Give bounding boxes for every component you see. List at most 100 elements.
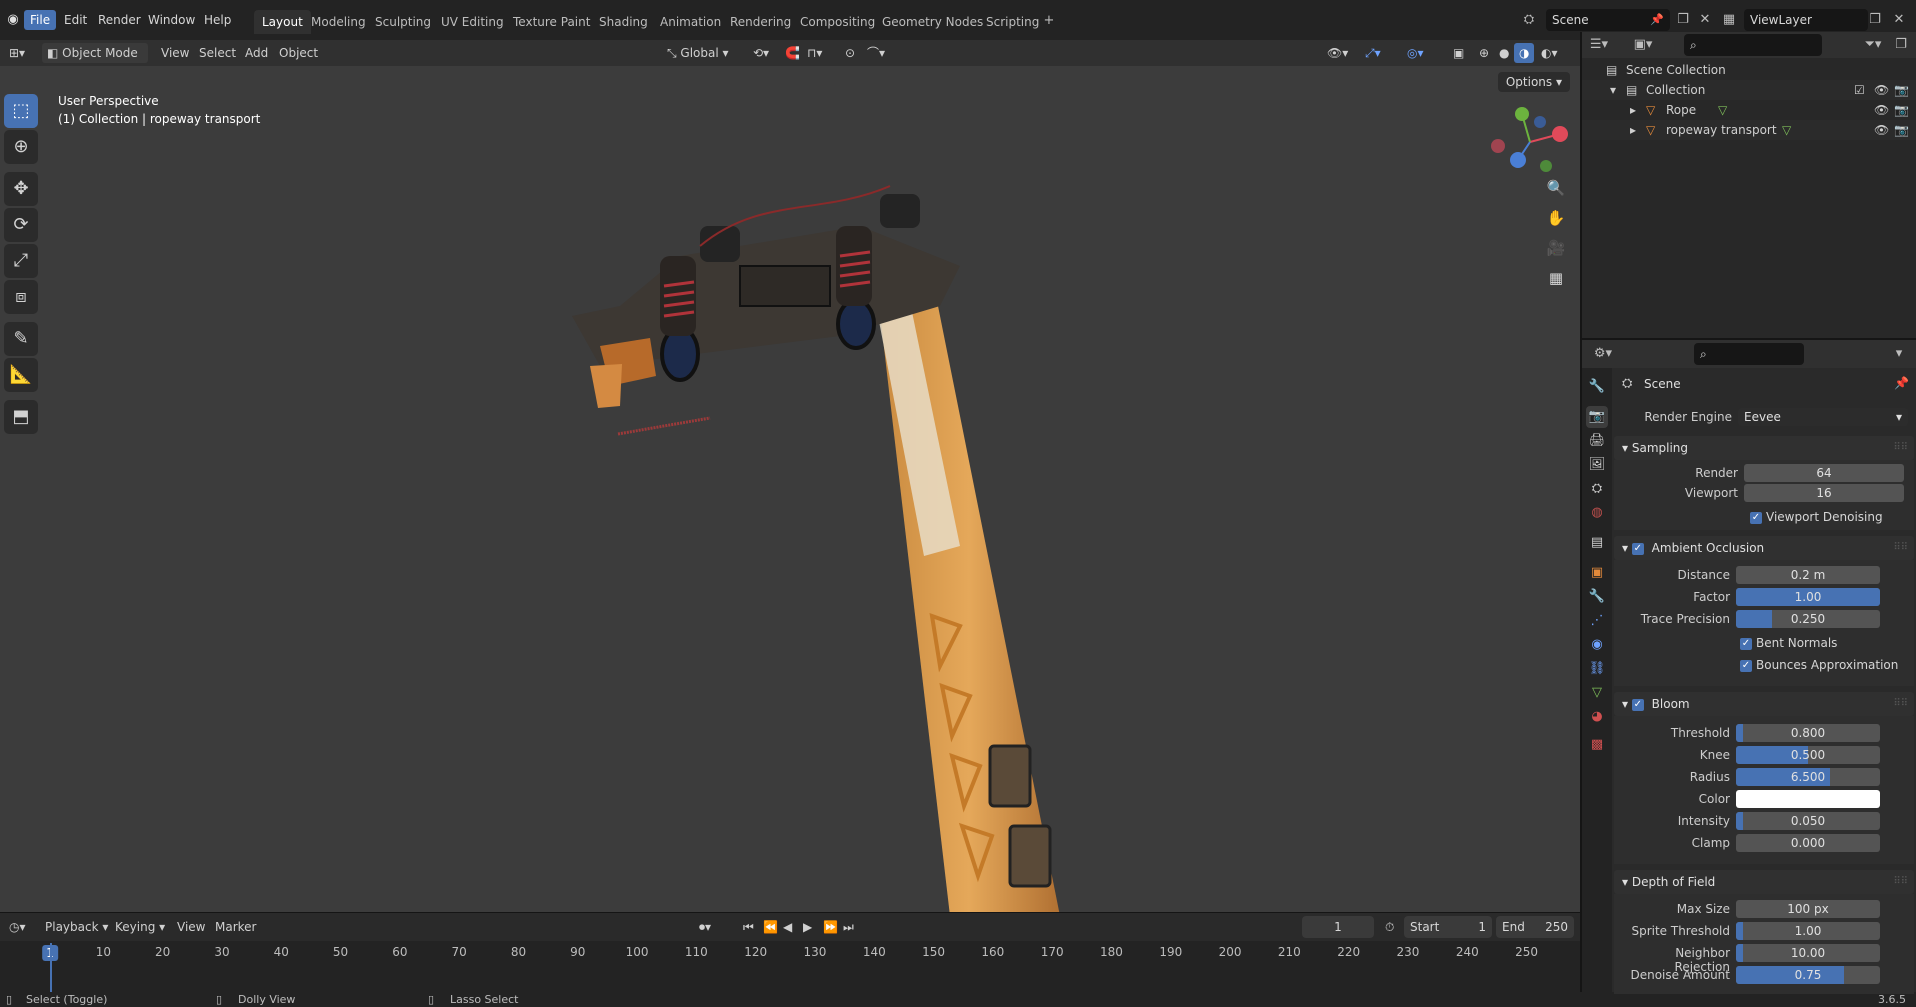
sampling-render-field[interactable]: 64 — [1744, 464, 1904, 482]
add-cube-icon[interactable]: ⬒ — [4, 400, 38, 434]
render-engine-dropdown[interactable]: Eevee ▾ — [1738, 408, 1908, 426]
tab-geometry-nodes[interactable]: Geometry Nodes — [874, 10, 991, 34]
tab-scripting[interactable]: Scripting — [978, 10, 1047, 34]
delete-scene-icon[interactable]: ✕ — [1694, 9, 1716, 31]
bloom-knee-slider[interactable]: 0.500 — [1736, 746, 1880, 764]
scale-icon[interactable]: ⤢ — [4, 244, 38, 278]
scene-icon[interactable]: ⛭ — [1518, 9, 1540, 31]
current-frame-field[interactable]: 1 — [1302, 916, 1374, 938]
mesh-data-icon[interactable]: ▽ — [1718, 100, 1727, 120]
ropeway-model[interactable] — [560, 106, 1120, 912]
timeline-ruler[interactable]: 1102030405060708090100110120130140150160… — [0, 941, 1580, 993]
drag-grip-icon[interactable]: ⠿⠿ — [1893, 692, 1908, 716]
bloom-radius-slider[interactable]: 6.500 — [1736, 768, 1880, 786]
options-dropdown[interactable]: Options ▾ — [1497, 72, 1570, 92]
visibility-icon[interactable]: 👁▾ — [1322, 43, 1353, 63]
eye-icon[interactable]: 👁 — [1874, 80, 1889, 100]
add-workspace-icon[interactable]: + — [1038, 10, 1060, 32]
menu-keying[interactable]: Keying ▾ — [110, 917, 170, 937]
rotate-icon[interactable]: ⟳ — [4, 208, 38, 242]
data-tab-icon[interactable]: ▽ — [1586, 682, 1608, 704]
material-tab-icon[interactable]: ◕ — [1586, 706, 1608, 728]
viewlayer-icon[interactable]: ▦ — [1718, 9, 1740, 31]
bloom-panel-header[interactable]: ▾ ✓ Bloom ⠿⠿ — [1614, 692, 1914, 716]
bloom-color-swatch[interactable] — [1736, 790, 1880, 808]
stopwatch-icon[interactable]: ⏱ — [1380, 917, 1399, 937]
xray-icon[interactable]: ▣ — [1448, 43, 1469, 63]
bloom-clamp-field[interactable]: 0.000 — [1736, 834, 1880, 852]
tab-texture-paint[interactable]: Texture Paint — [505, 10, 598, 34]
texture-tab-icon[interactable]: ▩ — [1586, 734, 1608, 756]
tab-uv-editing[interactable]: UV Editing — [433, 10, 512, 34]
dof-panel-header[interactable]: ▾ Depth of Field ⠿⠿ — [1614, 870, 1914, 894]
dof-denoise-slider[interactable]: 0.75 — [1736, 966, 1880, 984]
tab-animation[interactable]: Animation — [652, 10, 729, 34]
menu-edit[interactable]: Edit — [58, 10, 93, 30]
pivot-icon[interactable]: ⟲▾ — [748, 43, 774, 63]
3d-viewport[interactable]: User Perspective (1) Collection | ropewa… — [0, 66, 1580, 912]
menu-file[interactable]: File — [24, 10, 57, 30]
scene-tab-icon[interactable]: ⛭ — [1586, 478, 1608, 500]
rope-object[interactable] — [616, 414, 712, 438]
dof-neighbor-slider[interactable]: 10.00 — [1736, 944, 1880, 962]
collection-row[interactable]: ▾ ▤ Collection ☑ 👁 📷 — [1582, 80, 1916, 100]
display-mode-icon[interactable]: ▣▾ — [1632, 34, 1654, 56]
ao-panel-header[interactable]: ▾ ✓ Ambient Occlusion ⠿⠿ — [1614, 536, 1914, 560]
menu-help[interactable]: Help — [198, 10, 237, 30]
material-shading-icon[interactable]: ◑ — [1514, 43, 1535, 63]
properties-search-input[interactable]: ⌕ — [1694, 343, 1804, 365]
modifier-tab-icon[interactable]: 🔧 — [1586, 586, 1608, 608]
drag-grip-icon[interactable]: ⠿⠿ — [1893, 536, 1908, 560]
select-box-icon[interactable]: ⬚ — [4, 94, 38, 128]
ao-trace-slider[interactable]: 0.250 — [1736, 610, 1880, 628]
jump-end-icon[interactable]: ⏭ — [838, 917, 859, 937]
bloom-threshold-slider[interactable]: 0.800 — [1736, 724, 1880, 742]
outliner-item-rope[interactable]: ▸ ▽ Rope ▽ 👁 📷 — [1582, 100, 1916, 120]
clock-editor-icon[interactable]: ◷▾ — [4, 917, 31, 937]
viewport-denoising-checkbox[interactable]: ✓ Viewport Denoising — [1750, 510, 1883, 524]
filter-icon[interactable]: ⏷▾ — [1862, 34, 1884, 56]
delete-viewlayer-icon[interactable]: ✕ — [1888, 9, 1910, 31]
ao-enable-checkbox[interactable]: ✓ — [1631, 542, 1644, 555]
tab-compositing[interactable]: Compositing — [792, 10, 883, 34]
sampling-panel-header[interactable]: ▾ Sampling ⠿⠿ — [1614, 436, 1914, 460]
render-camera-icon[interactable]: 📷 — [1894, 120, 1909, 140]
viewlayer-field[interactable]: ViewLayer — [1744, 9, 1868, 31]
render-camera-icon[interactable]: 📷 — [1894, 80, 1909, 100]
eye-icon[interactable]: 👁 — [1874, 120, 1889, 140]
menu-playback[interactable]: Playback ▾ — [40, 917, 113, 937]
overlay-toggle-icon[interactable]: ◎▾ — [1402, 43, 1429, 63]
dof-maxsize-field[interactable]: 100 px — [1736, 900, 1880, 918]
wireframe-shading-icon[interactable]: ⊕ — [1474, 43, 1494, 63]
dof-sprite-slider[interactable]: 1.00 — [1736, 922, 1880, 940]
render-tab-icon[interactable]: 📷 — [1586, 406, 1608, 428]
measure-icon[interactable]: 📐 — [4, 358, 38, 392]
blender-logo-icon[interactable]: ◉ — [2, 9, 24, 31]
end-frame-field[interactable]: End 250 — [1496, 916, 1574, 938]
solid-shading-icon[interactable]: ● — [1494, 43, 1514, 63]
new-collection-icon[interactable]: ❐ — [1890, 34, 1912, 56]
tab-sculpting[interactable]: Sculpting — [367, 10, 439, 34]
new-viewlayer-icon[interactable]: ❐ — [1864, 9, 1886, 31]
outliner-item-ropeway-transport[interactable]: ▸ ▽ ropeway transport ▽ 👁 📷 — [1582, 120, 1916, 140]
playhead[interactable] — [50, 943, 52, 993]
bounces-approximation-checkbox[interactable]: ✓ Bounces Approximation — [1740, 658, 1898, 672]
physics-tab-icon[interactable]: ◉ — [1586, 634, 1608, 656]
transform-orientation-dropdown[interactable]: ⤡ Global ▾ — [662, 43, 734, 63]
editor-type-icon[interactable]: ⊞▾ — [4, 43, 30, 63]
pin-icon[interactable]: 📌 — [1646, 9, 1668, 31]
scene-collection-row[interactable]: ▤ Scene Collection — [1582, 60, 1916, 80]
expand-arrow-icon[interactable]: ▸ — [1630, 120, 1636, 140]
menu-marker[interactable]: Marker — [210, 917, 261, 937]
outliner-search-input[interactable]: ⌕ — [1684, 34, 1822, 56]
sampling-viewport-field[interactable]: 16 — [1744, 484, 1904, 502]
proportional-edit-icon[interactable]: ⊙ — [840, 43, 860, 63]
drag-grip-icon[interactable]: ⠿⠿ — [1893, 870, 1908, 894]
play-reverse-icon[interactable]: ◀ — [778, 917, 797, 937]
jump-start-icon[interactable]: ⏮ — [738, 917, 759, 937]
pin-icon[interactable]: 📌 — [1894, 376, 1909, 390]
move-icon[interactable]: ✥ — [4, 172, 38, 206]
properties-editor-icon[interactable]: ⚙▾ — [1592, 343, 1614, 365]
tab-rendering[interactable]: Rendering — [722, 10, 799, 34]
object-tab-icon[interactable]: ▣ — [1586, 562, 1608, 584]
